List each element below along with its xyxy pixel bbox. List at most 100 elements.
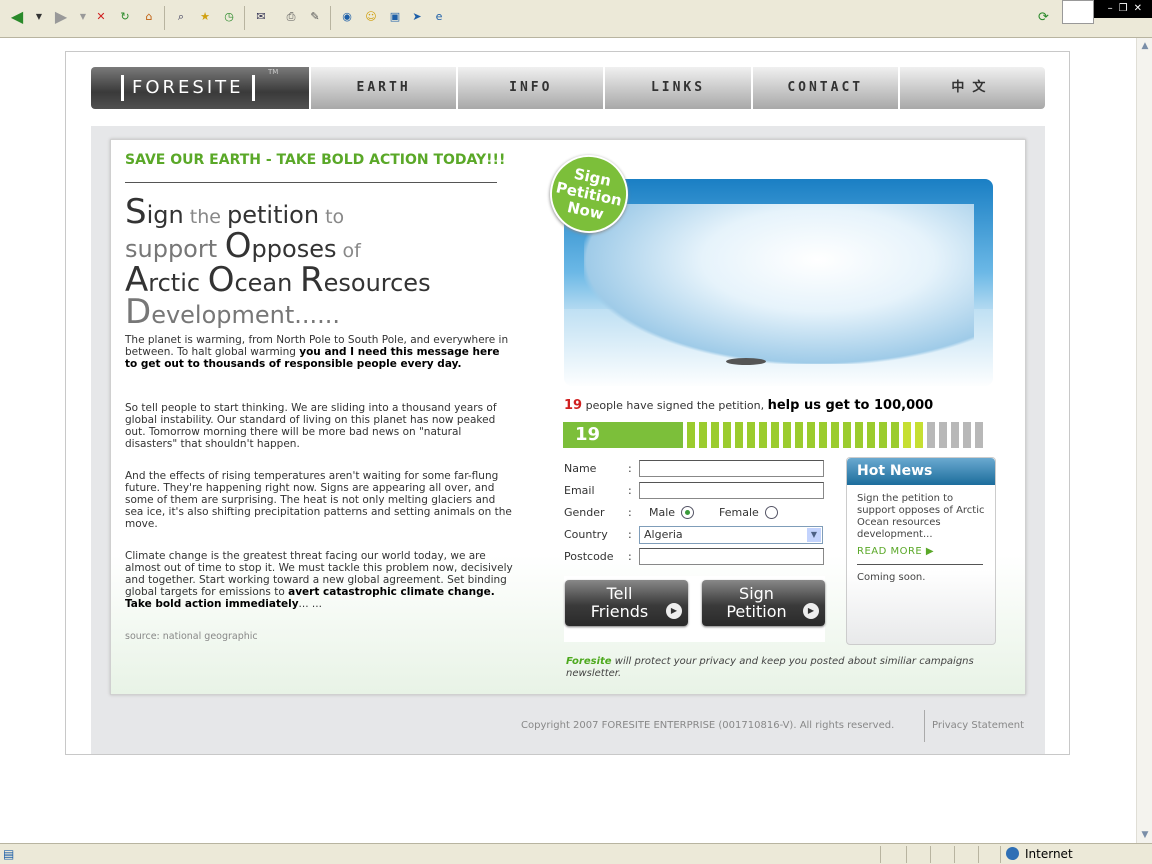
sync-icon[interactable]: ⟳: [1038, 10, 1052, 26]
foresite-logo[interactable]: FORESITE TM: [91, 67, 309, 109]
coming-soon-text: Coming soon.: [857, 572, 926, 583]
nav-chinese[interactable]: 中文: [897, 67, 1046, 109]
female-radio[interactable]: [764, 506, 778, 519]
refresh-icon[interactable]: ↻: [116, 8, 134, 26]
footer-divider: [924, 710, 925, 742]
security-zone: Internet: [1006, 846, 1073, 863]
status-bar: ▤ Internet: [0, 843, 1152, 864]
progress-tick: [915, 422, 923, 448]
copyright: Copyright 2007 FORESITE ENTERPRISE (0017…: [521, 720, 895, 731]
title-word: petition: [226, 201, 320, 229]
email-field[interactable]: [639, 482, 824, 499]
progress-tick: [783, 422, 791, 448]
page-icon: ▤: [3, 847, 15, 861]
status-segment: [978, 846, 1000, 863]
progress-tick: [879, 422, 887, 448]
title-word: to: [319, 206, 345, 228]
scroll-up-icon[interactable]: ▲: [1137, 38, 1152, 54]
male-option[interactable]: Male: [649, 506, 695, 519]
paragraph-3: And the effects of rising temperatures a…: [125, 470, 512, 530]
title-word: support: [125, 235, 225, 263]
news-text: Sign the petition to support opposes of …: [857, 493, 985, 540]
print-icon[interactable]: ⎙: [282, 8, 300, 26]
read-more-link[interactable]: READ MORE ▶: [857, 546, 934, 557]
progress-tick: [903, 422, 911, 448]
home-icon[interactable]: ⌂: [140, 8, 158, 26]
scroll-down-icon[interactable]: ▼: [1137, 827, 1152, 843]
iceberg: [584, 204, 974, 364]
gender-label: Gender: [564, 506, 605, 519]
petition-progress-bar: 19: [563, 422, 993, 448]
ie-icon[interactable]: e: [430, 8, 448, 26]
paragraph-4: Climate change is the greatest threat fa…: [125, 550, 515, 610]
title-word: evelopment......: [151, 301, 341, 329]
back-dropdown-icon[interactable]: ▼: [30, 8, 48, 26]
progress-tick: [687, 422, 695, 448]
window-controls[interactable]: –❐✕: [1094, 0, 1152, 18]
mail-icon[interactable]: ✉: [252, 8, 270, 26]
hot-news-title: Hot News: [847, 458, 995, 485]
back-icon[interactable]: ◀: [8, 8, 26, 26]
country-select[interactable]: Algeria ▼: [639, 526, 823, 544]
progress-tick: [855, 422, 863, 448]
nav-contact[interactable]: CONTACT: [750, 67, 898, 109]
smiley-icon[interactable]: ☺: [362, 8, 380, 26]
forward-dropdown-icon[interactable]: ▼: [74, 8, 92, 26]
title-word: rctic: [148, 269, 208, 297]
cursor-icon[interactable]: ➤: [408, 8, 426, 26]
toolbar-separator: [244, 6, 245, 30]
forward-icon[interactable]: ▶: [52, 8, 70, 26]
nav-info[interactable]: INFO: [456, 67, 604, 109]
status-segment: [880, 846, 906, 863]
male-label: Male: [649, 506, 676, 519]
paragraph-2: So tell people to start thinking. We are…: [125, 402, 497, 450]
signed-text: people have signed the petition,: [582, 399, 768, 412]
button-label: Friends: [590, 602, 649, 621]
monitor-icon[interactable]: ▣: [386, 8, 404, 26]
sign-petition-button[interactable]: Sign Petition ▶: [702, 580, 825, 626]
title-cap: D: [125, 292, 152, 332]
history-icon[interactable]: ◷: [220, 8, 238, 26]
edit-icon[interactable]: ✎: [306, 8, 324, 26]
postcode-field[interactable]: [639, 548, 824, 565]
button-label: Petition: [726, 602, 787, 621]
male-radio[interactable]: [681, 506, 695, 519]
title-word: the: [183, 206, 227, 228]
name-field[interactable]: [639, 460, 824, 477]
title-word: esources: [323, 269, 431, 297]
favorites-icon[interactable]: ★: [196, 8, 214, 26]
source-credit: source: national geographic: [125, 631, 258, 642]
news-divider: [857, 564, 983, 565]
stop-icon[interactable]: ✕: [92, 8, 110, 26]
colon: :: [628, 484, 632, 497]
windows-logo-icon: [1062, 0, 1094, 24]
title-word: cean: [234, 269, 300, 297]
country-label: Country: [564, 528, 608, 541]
tell-friends-button[interactable]: Tell Friends ▶: [565, 580, 688, 626]
progress-tick: [795, 422, 803, 448]
chevron-down-icon[interactable]: ▼: [807, 528, 821, 542]
play-arrow-icon: ▶: [803, 603, 819, 619]
toolbar-separator: [330, 6, 331, 30]
status-segment: [954, 846, 978, 863]
progress-tick: [975, 422, 983, 448]
messenger-icon[interactable]: ◉: [338, 8, 356, 26]
nav-earth[interactable]: EARTH: [309, 67, 457, 109]
hot-news-panel: Hot News Sign the petition to support op…: [846, 457, 996, 645]
logo-text: FORESITE: [121, 75, 255, 101]
gender-row: Gender : Male Female: [564, 504, 824, 522]
privacy-note: Foresite will protect your privacy and k…: [566, 656, 996, 680]
postcode-label: Postcode: [564, 550, 614, 563]
name-label: Name: [564, 462, 597, 475]
goal-text: help us get to 100,000: [767, 398, 934, 413]
privacy-statement-link[interactable]: Privacy Statement: [932, 720, 1024, 731]
female-option[interactable]: Female: [719, 506, 778, 519]
progress-tick: [951, 422, 959, 448]
vertical-scrollbar[interactable]: ▲ ▼: [1136, 38, 1152, 843]
progress-number: 19: [575, 424, 601, 445]
privacy-text: will protect your privacy and keep you p…: [566, 656, 974, 679]
progress-tick: [927, 422, 935, 448]
colon: :: [628, 550, 632, 563]
search-icon[interactable]: ⌕: [172, 8, 190, 26]
nav-links[interactable]: LINKS: [603, 67, 751, 109]
